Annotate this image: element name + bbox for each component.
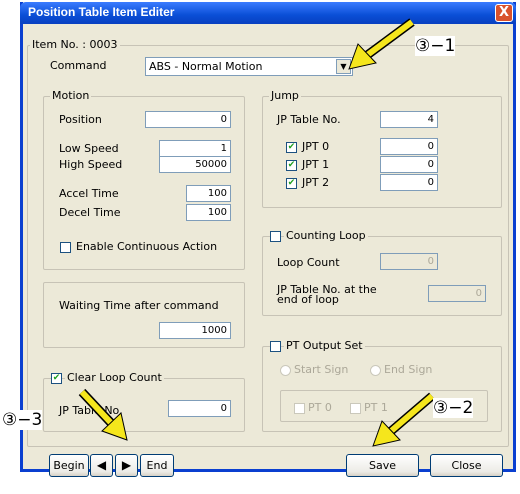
arrow-icon-3-3: [78, 388, 128, 441]
arrow-icon-3-1: [348, 18, 415, 70]
annotation-3-1: ③−1: [415, 36, 456, 56]
annotation-overlay: [78, 18, 435, 447]
annotation-3-2: ③−2: [433, 398, 474, 418]
arrow-icon-3-2: [372, 392, 435, 447]
annotation-3-3: ③−3: [2, 410, 43, 430]
